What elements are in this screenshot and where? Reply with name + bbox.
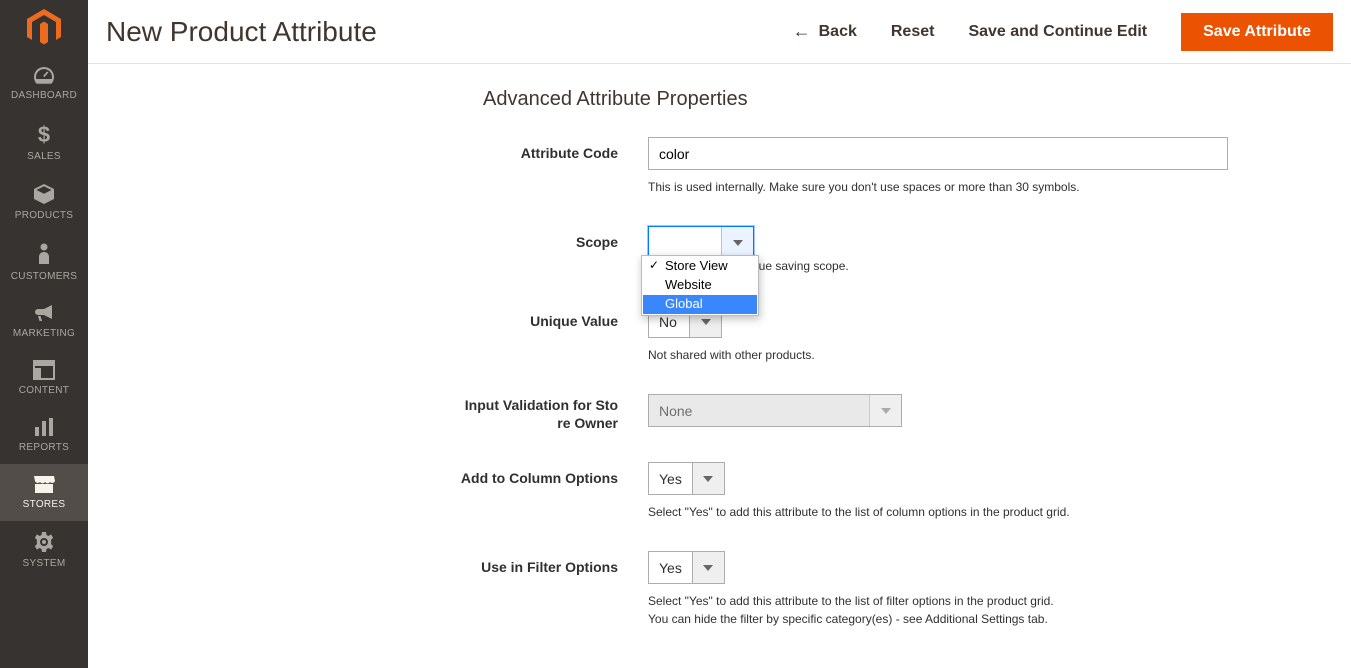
scope-option-global[interactable]: Global xyxy=(643,295,757,314)
scope-label: Scope xyxy=(128,226,648,250)
add-column-help: Select "Yes" to add this attribute to th… xyxy=(648,503,1228,521)
dollar-icon: $ xyxy=(37,122,51,146)
store-icon xyxy=(32,474,56,494)
input-validation-select[interactable]: None xyxy=(648,394,902,427)
gauge-icon xyxy=(32,65,56,85)
use-filter-select[interactable]: Yes xyxy=(648,551,725,584)
chevron-down-icon xyxy=(692,463,724,494)
scope-dropdown: Store View Website Global xyxy=(641,255,759,316)
sidebar-item-content[interactable]: CONTENT xyxy=(0,350,88,407)
scope-option-website[interactable]: Website xyxy=(643,276,757,295)
input-validation-label: Input Validation for Store Owner xyxy=(128,394,648,432)
sidebar-item-marketing[interactable]: MARKETING xyxy=(0,293,88,350)
page-title: New Product Attribute xyxy=(106,16,793,48)
cube-icon xyxy=(32,183,56,205)
sidebar-item-sales[interactable]: $ SALES xyxy=(0,112,88,173)
attribute-code-input[interactable] xyxy=(648,137,1228,170)
scope-help: lue saving scope. xyxy=(756,257,1228,275)
sidebar-item-system[interactable]: SYSTEM xyxy=(0,521,88,580)
back-button[interactable]: ← Back xyxy=(793,21,857,42)
sidebar-item-products[interactable]: PRODUCTS xyxy=(0,173,88,232)
add-column-label: Add to Column Options xyxy=(128,462,648,486)
save-continue-button[interactable]: Save and Continue Edit xyxy=(968,23,1147,41)
reset-button[interactable]: Reset xyxy=(891,23,935,41)
chevron-down-icon xyxy=(721,227,753,258)
section-title: Advanced Attribute Properties xyxy=(483,88,1311,111)
megaphone-icon xyxy=(32,303,56,323)
admin-sidebar: DASHBOARD $ SALES PRODUCTS CUSTOMERS MAR… xyxy=(0,0,88,668)
use-filter-help: Select "Yes" to add this attribute to th… xyxy=(648,592,1228,628)
layout-icon xyxy=(33,360,55,380)
unique-value-help: Not shared with other products. xyxy=(648,346,1228,364)
person-icon xyxy=(36,242,52,266)
chevron-down-icon xyxy=(692,552,724,583)
scope-option-store-view[interactable]: Store View xyxy=(643,257,757,276)
magento-logo[interactable] xyxy=(0,0,88,55)
main-content: New Product Attribute ← Back Reset Save … xyxy=(88,0,1351,668)
page-header: New Product Attribute ← Back Reset Save … xyxy=(88,0,1351,64)
save-attribute-button[interactable]: Save Attribute xyxy=(1181,13,1333,51)
attribute-code-help: This is used internally. Make sure you d… xyxy=(648,178,1228,196)
attribute-code-label: Attribute Code xyxy=(128,137,648,161)
unique-value-label: Unique Value xyxy=(128,305,648,329)
svg-text:$: $ xyxy=(38,122,50,146)
add-column-select[interactable]: Yes xyxy=(648,462,725,495)
sidebar-item-reports[interactable]: REPORTS xyxy=(0,407,88,464)
gear-icon xyxy=(33,531,55,553)
arrow-left-icon: ← xyxy=(793,21,811,42)
sidebar-item-customers[interactable]: CUSTOMERS xyxy=(0,232,88,293)
sidebar-item-stores[interactable]: STORES xyxy=(0,464,88,521)
sidebar-item-dashboard[interactable]: DASHBOARD xyxy=(0,55,88,112)
use-filter-label: Use in Filter Options xyxy=(128,551,648,575)
chevron-down-icon xyxy=(869,395,901,426)
bars-icon xyxy=(33,417,55,437)
scope-select[interactable]: Store View Website Global xyxy=(648,226,754,259)
